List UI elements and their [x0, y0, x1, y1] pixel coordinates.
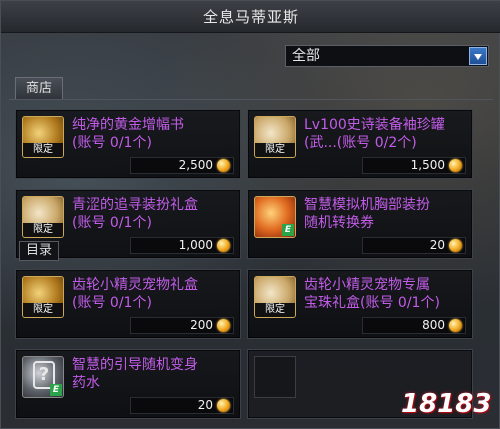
price-value: 20: [197, 398, 213, 412]
coin-icon: [449, 239, 462, 252]
avatar-box-icon: 限定: [22, 196, 64, 238]
filter-dropdown[interactable]: 全部: [285, 45, 489, 67]
item-name: 齿轮小精灵宠物礼盒 (账号 0/1个): [72, 277, 198, 311]
shop-item-6[interactable]: 限定 齿轮小精灵宠物专属 宝珠礼盒(账号 0/1个) 800: [247, 269, 473, 339]
limited-badge: 限定: [23, 303, 63, 317]
tab-shop[interactable]: 商店: [15, 77, 63, 99]
item-price: 1,500: [362, 157, 466, 174]
price-value: 2,500: [178, 158, 213, 172]
price-value: 200: [190, 318, 213, 332]
e-badge: E: [282, 224, 294, 236]
item-name: Lv100史诗装备袖珍罐 (武...(账号 0/2个): [304, 117, 445, 151]
price-value: 1,500: [410, 158, 445, 172]
item-price: 200: [130, 317, 234, 334]
coin-icon: [449, 159, 462, 172]
window-title: 全息马蒂亚斯: [1, 1, 500, 33]
site-watermark: 18183: [401, 389, 492, 419]
item-price: 800: [362, 317, 466, 334]
item-name: 齿轮小精灵宠物专属 宝珠礼盒(账号 0/1个): [304, 277, 440, 311]
pet-orb-box-icon: 限定: [254, 276, 296, 318]
filter-selected-value: 全部: [292, 48, 320, 64]
coin-icon: [217, 239, 230, 252]
epic-jar-icon: 限定: [254, 116, 296, 158]
gold-book-icon: 限定: [22, 116, 64, 158]
coin-icon: [449, 319, 462, 332]
e-badge: E: [50, 384, 62, 396]
catalog-button[interactable]: 目录: [19, 241, 59, 261]
coin-icon: [217, 319, 230, 332]
limited-badge: 限定: [255, 303, 295, 317]
price-value: 800: [422, 318, 445, 332]
item-name: 青涩的追寻装扮礼盒 (账号 0/1个): [72, 197, 198, 231]
shop-item-2[interactable]: 限定 Lv100史诗装备袖珍罐 (武...(账号 0/2个) 1,500: [247, 109, 473, 179]
price-value: 20: [429, 238, 445, 252]
item-price: 1,000: [130, 237, 234, 254]
item-price: 20: [362, 237, 466, 254]
price-value: 1,000: [178, 238, 213, 252]
limited-badge: 限定: [255, 143, 295, 157]
shop-item-5[interactable]: 限定 齿轮小精灵宠物礼盒 (账号 0/1个) 200: [15, 269, 241, 339]
pet-box-icon: 限定: [22, 276, 64, 318]
empty-slot: [254, 356, 296, 398]
chevron-down-icon[interactable]: [469, 47, 487, 65]
tab-divider: [9, 99, 493, 100]
item-price: 2,500: [130, 157, 234, 174]
item-name: 纯净的黄金增幅书 (账号 0/1个): [72, 117, 184, 151]
item-name: 智慧模拟机胸部装扮 随机转换券: [304, 197, 430, 231]
coin-icon: [217, 399, 230, 412]
mystery-potion-icon: ? E: [22, 356, 64, 398]
ticket-icon: E: [254, 196, 296, 238]
coin-icon: [217, 159, 230, 172]
item-name: 智慧的引导随机变身 药水: [72, 357, 198, 391]
item-price: 20: [130, 397, 234, 414]
shop-item-4[interactable]: E 智慧模拟机胸部装扮 随机转换券 20: [247, 189, 473, 259]
shop-window: 全息马蒂亚斯 全部 商店 限定 纯净的黄金增幅书 (账号 0/1个) 2,500…: [0, 0, 500, 429]
limited-badge: 限定: [23, 223, 63, 237]
limited-badge: 限定: [23, 143, 63, 157]
shop-item-1[interactable]: 限定 纯净的黄金增幅书 (账号 0/1个) 2,500: [15, 109, 241, 179]
shop-item-7[interactable]: ? E 智慧的引导随机变身 药水 20: [15, 349, 241, 419]
